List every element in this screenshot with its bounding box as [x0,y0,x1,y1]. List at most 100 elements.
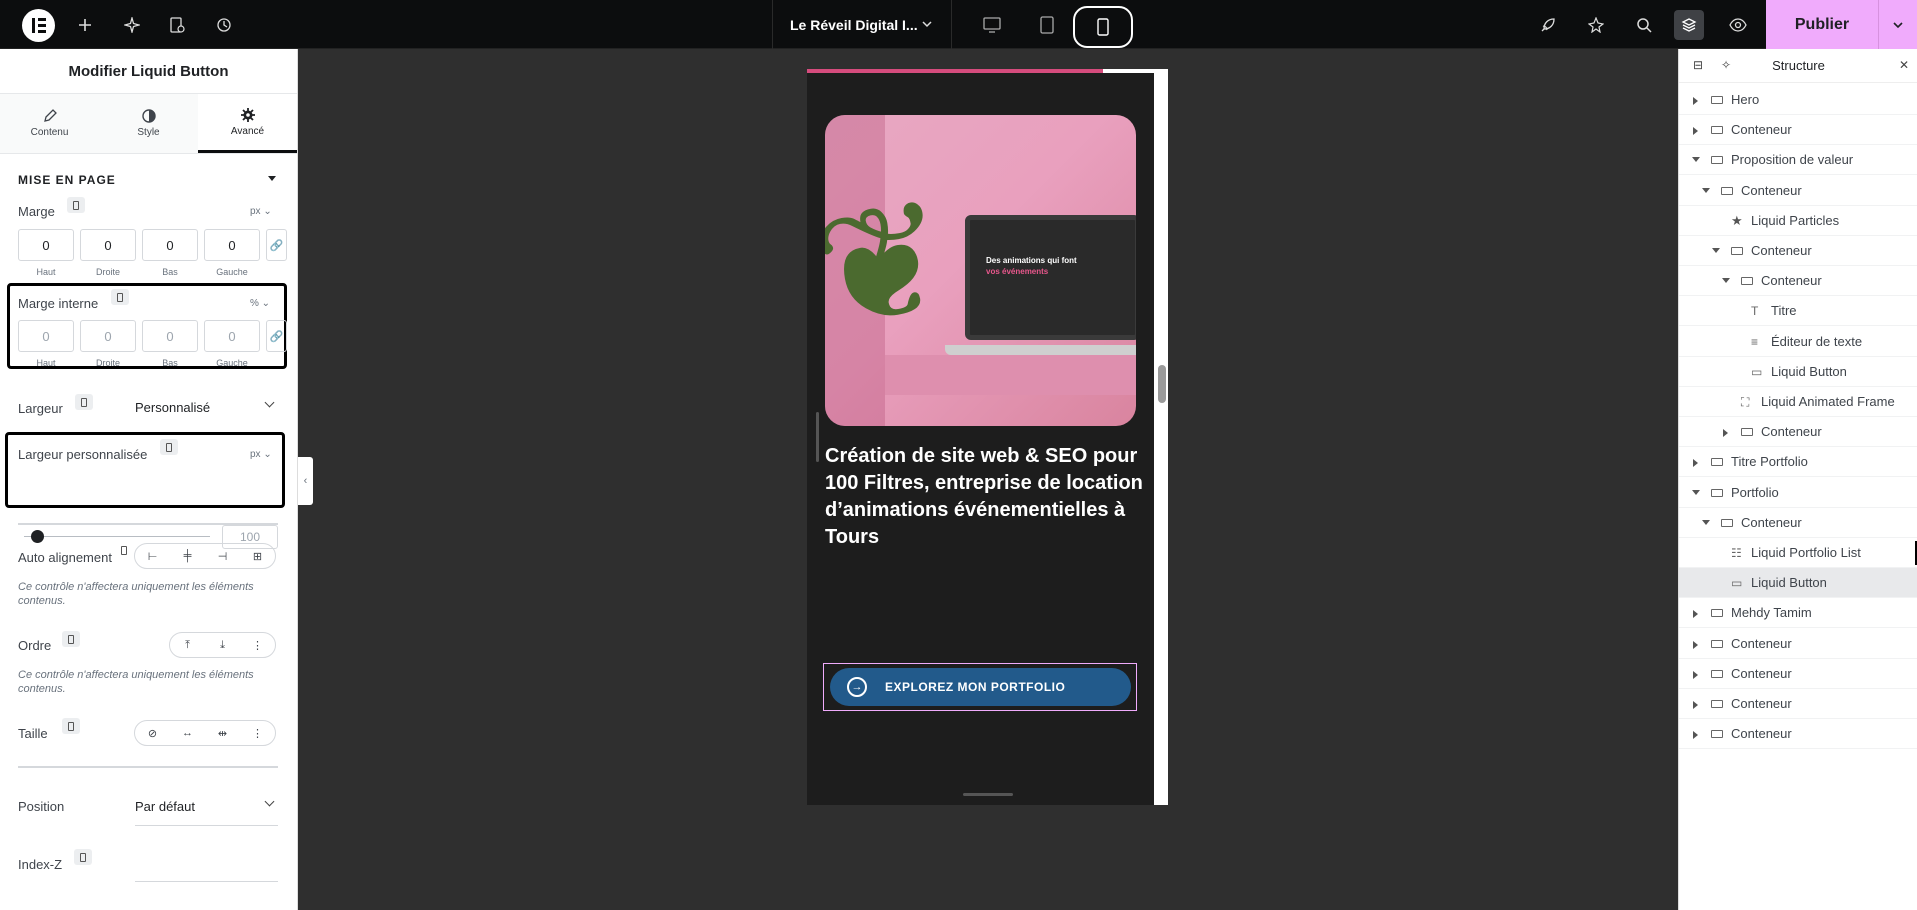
position-select[interactable]: Par défaut [135,799,195,814]
order-last-icon[interactable]: ⤓ [205,639,240,652]
sparkle-icon[interactable] [119,12,145,38]
caret-right-icon[interactable] [1693,640,1698,649]
preview-scrollbar[interactable] [1158,365,1166,403]
align-center-icon[interactable]: ╪ [170,550,205,562]
structure-item[interactable]: ★ Liquid Particles [1679,206,1917,236]
width-slider-handle[interactable] [31,530,44,543]
caret-down-icon[interactable] [1702,519,1710,525]
index-z-input[interactable] [135,881,278,882]
preview-heading[interactable]: Création de site web & SEO pour 100 Filt… [825,443,1145,551]
structure-item[interactable]: ☷ Liquid Portfolio List [1679,538,1917,568]
marge-interne-top-input[interactable]: 0 [18,320,74,352]
responsive-mobile-icon[interactable] [160,439,178,455]
caret-right-icon[interactable] [1693,670,1698,679]
order-first-icon[interactable]: ⤒ [170,639,205,652]
responsive-mobile-icon[interactable] [62,718,80,734]
responsive-mobile-icon[interactable] [115,542,133,558]
more-icon[interactable]: ⋮ [240,639,275,652]
rocket-icon[interactable] [1535,12,1561,38]
caret-down-icon[interactable] [1702,187,1710,193]
tab-style[interactable]: Style [99,94,198,153]
elementor-logo-icon[interactable] [22,9,55,42]
desktop-device-button[interactable] [966,0,1018,49]
structure-item[interactable]: ⛶ Liquid Animated Frame [1679,387,1917,417]
marge-interne-left-input[interactable]: 0 [204,320,260,352]
responsive-mobile-icon[interactable] [111,289,129,305]
marge-interne-bottom-input[interactable]: 0 [142,320,198,352]
layers-icon[interactable] [1674,10,1704,40]
caret-down-icon[interactable] [1712,248,1720,253]
more-icon[interactable]: ⋮ [240,727,275,740]
structure-item[interactable]: Conteneur [1679,176,1917,206]
close-icon[interactable]: ✕ [1899,58,1909,72]
structure-item[interactable]: Titre Portfolio [1679,447,1917,478]
caret-right-icon[interactable] [1693,731,1698,740]
align-stretch-icon[interactable]: ⊞ [240,550,275,563]
marge-right-input[interactable]: 0 [80,229,136,261]
publish-options-button[interactable] [1878,0,1917,49]
structure-item[interactable]: Conteneur [1679,236,1917,266]
page-settings-icon[interactable] [164,12,190,38]
mobile-device-button[interactable] [1073,6,1133,48]
caret-right-icon[interactable] [1693,701,1698,709]
tab-avance[interactable]: Avancé [198,94,297,153]
structure-item[interactable]: Mehdy Tamim [1679,598,1917,629]
eye-icon[interactable] [1725,12,1751,38]
responsive-mobile-icon[interactable] [62,631,80,647]
responsive-mobile-icon[interactable] [74,849,92,865]
structure-item[interactable]: Conteneur [1679,115,1917,146]
caret-right-icon[interactable] [1693,97,1698,105]
tab-contenu[interactable]: Contenu [0,94,99,153]
structure-item[interactable]: Conteneur [1679,719,1917,750]
structure-item[interactable]: Proposition de valeur [1679,145,1917,176]
structure-item[interactable]: Conteneur [1679,266,1917,297]
caret-right-icon[interactable] [1693,459,1698,468]
caret-down-icon[interactable] [1722,278,1730,284]
site-selector[interactable]: Le Réveil Digital I... [772,0,952,49]
publish-button[interactable]: Publier [1766,0,1917,49]
hero-image[interactable]: ❦ Des animations qui font vos événements [825,115,1136,426]
structure-item[interactable]: ▭ Liquid Button [1679,568,1917,599]
selected-element-outline[interactable]: → EXPLOREZ MON PORTFOLIO [823,663,1137,711]
caret-down-icon[interactable] [1692,489,1700,495]
chevron-down-icon[interactable] [264,397,275,408]
marge-unit-select[interactable]: px ⌄ [250,206,272,217]
caret-down-icon[interactable] [1692,157,1700,163]
structure-item[interactable]: Portfolio [1679,478,1917,508]
structure-item[interactable]: Hero [1679,85,1917,115]
marge-bottom-input[interactable]: 0 [142,229,198,261]
structure-item[interactable]: Conteneur [1679,689,1917,719]
marge-interne-right-input[interactable]: 0 [80,320,136,352]
responsive-mobile-icon[interactable] [75,394,93,410]
marge-left-input[interactable]: 0 [204,229,260,261]
structure-item[interactable]: Conteneur [1679,508,1917,538]
align-start-icon[interactable]: ⊢ [135,550,170,563]
structure-item[interactable]: T Titre [1679,296,1917,327]
grow-icon[interactable]: ↔ [170,727,205,739]
largeur-perso-unit-select[interactable]: px ⌄ [250,449,272,460]
structure-item[interactable]: ≡ Éditeur de texte [1679,327,1917,357]
largeur-select[interactable]: Personnalisé [135,400,210,415]
caret-right-icon[interactable] [1723,429,1728,438]
section-heading[interactable]: MISE EN PAGE [18,173,116,187]
caret-down-icon[interactable] [268,176,276,181]
link-icon[interactable]: 🔗 [266,320,287,352]
marge-interne-unit-select[interactable]: % ⌄ [250,298,270,309]
tablet-device-button[interactable] [1021,0,1073,49]
collapse-panel-button[interactable]: ‹ [298,457,313,505]
align-end-icon[interactable]: ⊣ [205,550,240,563]
structure-item[interactable]: Conteneur [1679,659,1917,689]
responsive-mobile-icon[interactable] [67,197,85,213]
structure-item[interactable]: ▭ Liquid Button [1679,357,1917,387]
structure-item[interactable]: Conteneur [1679,417,1917,448]
history-icon[interactable] [211,12,237,38]
plus-icon[interactable] [72,12,98,38]
no-size-icon[interactable]: ⊘ [135,727,170,740]
width-slider-track[interactable] [24,536,210,537]
caret-right-icon[interactable] [1693,610,1698,619]
link-icon[interactable]: 🔗 [266,229,287,261]
shrink-icon[interactable]: ⇹ [205,727,240,740]
marge-top-input[interactable]: 0 [18,229,74,261]
chevron-down-icon[interactable] [264,796,275,807]
portfolio-button[interactable]: → EXPLOREZ MON PORTFOLIO [830,668,1131,706]
